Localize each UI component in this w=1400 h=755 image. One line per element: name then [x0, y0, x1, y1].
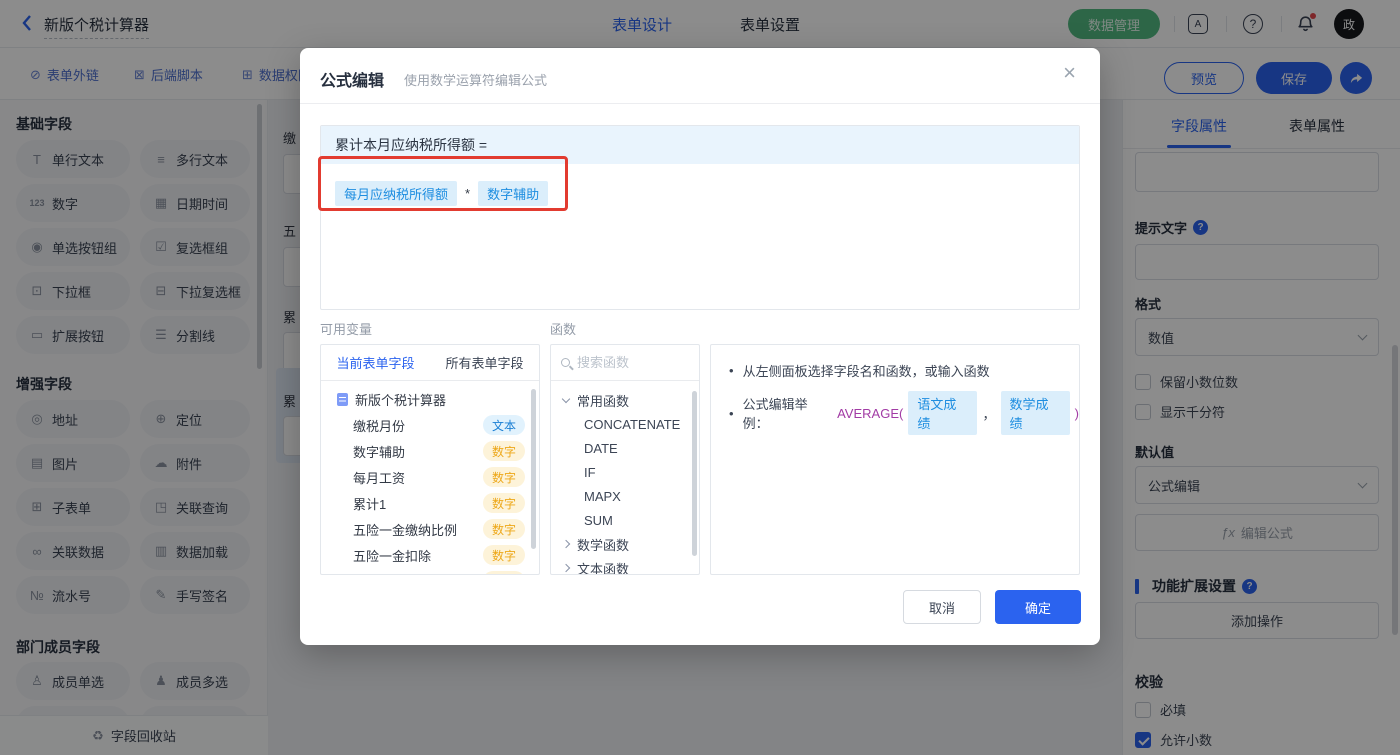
- function-item[interactable]: SUM: [551, 508, 699, 532]
- variables-form-node[interactable]: 新版个税计算器: [321, 386, 539, 412]
- type-badge: 文本: [482, 415, 525, 435]
- variable-name: 五险一金扣除: [353, 548, 432, 564]
- close-icon[interactable]: ×: [1063, 62, 1076, 84]
- example-comma: ，: [982, 406, 996, 422]
- type-badge: 数字: [482, 493, 525, 513]
- type-badge: 数字: [482, 571, 525, 574]
- variable-row[interactable]: 累计1 数字: [321, 490, 539, 516]
- modal-title: 公式编辑: [320, 73, 385, 90]
- variables-panel: 当前表单字段 所有表单字段 新版个税计算器 缴税月份 文本 数字辅助 数字 每月工资…: [320, 344, 540, 575]
- variable-name: 五险一金缴纳比例: [353, 522, 458, 538]
- hint-text: 从左侧面板选择字段名和函数，或输入函数: [742, 364, 990, 379]
- type-badge: 数字: [482, 545, 525, 565]
- function-search-input[interactable]: [577, 355, 677, 370]
- function-group-math[interactable]: 数学函数: [551, 532, 699, 556]
- bullet: •: [729, 363, 734, 378]
- example-field-chip: 数学成绩: [1000, 391, 1070, 435]
- formula-target: 累计本月应纳税所得额 =: [321, 126, 1079, 164]
- example-function-close: ): [1074, 405, 1080, 421]
- chevron-down-icon: [561, 394, 571, 403]
- search-icon: [561, 358, 570, 367]
- hint-line: • 从左侧面板选择字段名和函数，或输入函数: [711, 361, 1079, 380]
- hint-example: 公式编辑举例： AVERAGE( 语文成绩 ， 数学成绩 ): [743, 391, 1079, 435]
- variable-name: 缴税月份: [353, 418, 406, 434]
- chevron-right-icon: [561, 539, 571, 549]
- modal-subtitle: 使用数学运算符编辑公式: [404, 73, 548, 88]
- formula-editor[interactable]: 累计本月应纳税所得额 = 每月应纳税所得额 * 数字辅助: [320, 125, 1080, 310]
- formula-field-chip[interactable]: 每月应纳税所得额: [335, 181, 458, 206]
- formula-edit-modal: 公式编辑 使用数学运算符编辑公式 × 累计本月应纳税所得额 = 每月应纳税所得额…: [300, 48, 1100, 645]
- cancel-button[interactable]: 取消: [903, 590, 981, 624]
- functions-panel: 常用函数 CONCATENATE DATE IF MAPX SUM 数学函数 文…: [550, 344, 700, 575]
- variable-name: 每月工资: [353, 470, 406, 486]
- variable-row[interactable]: 五险一金缴纳比例 数字: [321, 516, 539, 542]
- variable-row[interactable]: 每月工资 数字: [321, 464, 539, 490]
- example-function-open: AVERAGE(: [837, 405, 904, 421]
- function-item[interactable]: DATE: [551, 436, 699, 460]
- tab-all-form-fields[interactable]: 所有表单字段: [430, 345, 539, 380]
- function-group-text[interactable]: 文本函数: [551, 556, 699, 575]
- example-prefix: 公式编辑举例：: [742, 397, 808, 431]
- type-badge: 数字: [482, 441, 525, 461]
- hints-panel: • 从左侧面板选择字段名和函数，或输入函数 • 公式编辑举例： AVERAGE( …: [710, 344, 1080, 575]
- function-group-common[interactable]: 常用函数: [551, 388, 699, 412]
- chevron-right-icon: [561, 563, 571, 573]
- type-badge: 数字: [482, 467, 525, 487]
- variable-row[interactable]: 五险一金扣除 数字: [321, 542, 539, 568]
- form-doc-icon: [337, 392, 348, 406]
- divider: [300, 103, 1100, 104]
- variable-row[interactable]: 缴税月份 文本: [321, 412, 539, 438]
- form-name: 新版个税计算器: [355, 392, 447, 408]
- function-group-label: 数学函数: [577, 537, 630, 553]
- variables-tabs: 当前表单字段 所有表单字段: [321, 345, 539, 381]
- variable-name: 数字辅助: [353, 444, 406, 460]
- function-item[interactable]: IF: [551, 460, 699, 484]
- tab-current-form-fields[interactable]: 当前表单字段: [321, 345, 430, 380]
- variables-scrollbar[interactable]: [531, 389, 536, 549]
- function-search: [551, 345, 699, 381]
- function-group-label: 常用函数: [577, 393, 630, 409]
- function-item[interactable]: MAPX: [551, 484, 699, 508]
- hint-example-line: • 公式编辑举例： AVERAGE( 语文成绩 ， 数学成绩 ): [711, 391, 1079, 435]
- formula-expression: 每月应纳税所得额 * 数字辅助: [321, 164, 1079, 223]
- variable-row[interactable]: 数字: [321, 568, 539, 574]
- formula-field-chip[interactable]: 数字辅助: [478, 181, 549, 206]
- type-badge: 数字: [482, 519, 525, 539]
- example-field-chip: 语文成绩: [908, 391, 978, 435]
- function-group-label: 文本函数: [577, 561, 630, 575]
- formula-operator: *: [465, 186, 471, 201]
- functions-label: 函数: [550, 322, 577, 337]
- confirm-button[interactable]: 确定: [995, 590, 1081, 624]
- variable-name: 累计1: [353, 496, 387, 512]
- function-item[interactable]: CONCATENATE: [551, 412, 699, 436]
- variable-row[interactable]: 数字辅助 数字: [321, 438, 539, 464]
- functions-scrollbar[interactable]: [692, 391, 697, 556]
- variables-label: 可用变量: [320, 322, 373, 337]
- bullet: •: [729, 405, 734, 421]
